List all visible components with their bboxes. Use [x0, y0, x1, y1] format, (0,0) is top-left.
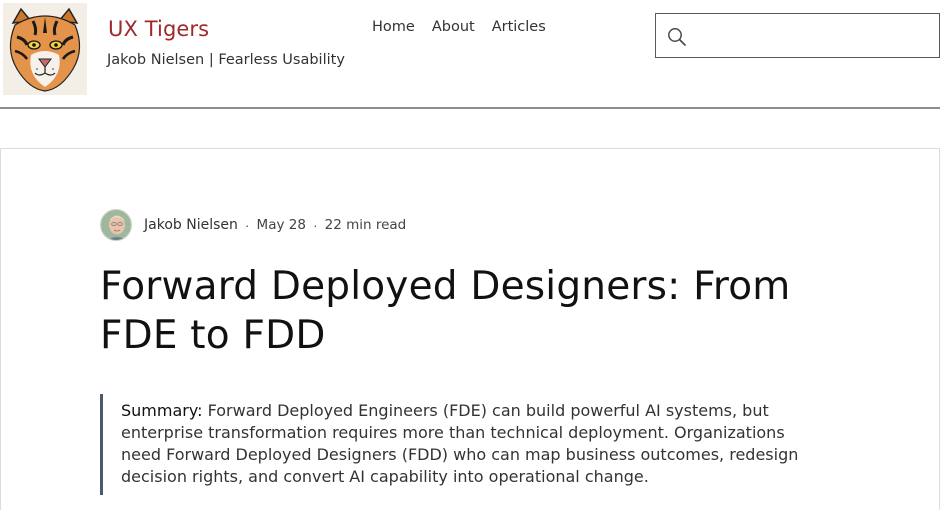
- summary-blockquote: Summary: Forward Deployed Engineers (FDE…: [100, 394, 820, 495]
- article-title: Forward Deployed Designers: From FDE to …: [100, 264, 791, 358]
- author-photo-icon: [101, 210, 131, 240]
- nav-item-about[interactable]: About: [432, 19, 475, 35]
- nav-item-home[interactable]: Home: [372, 19, 415, 35]
- nav-item-articles[interactable]: Articles: [492, 19, 546, 35]
- main-nav: Home About Articles: [372, 19, 546, 35]
- site-title[interactable]: UX Tigers: [108, 17, 209, 41]
- search-box[interactable]: [655, 13, 940, 58]
- read-time: 22 min read: [324, 217, 407, 233]
- post-date: May 28: [256, 217, 306, 233]
- summary-label: Summary:: [121, 401, 203, 420]
- tiger-logo-icon[interactable]: [3, 3, 87, 95]
- author-name[interactable]: Jakob Nielsen: [144, 217, 238, 233]
- summary-text: Forward Deployed Engineers (FDE) can bui…: [121, 401, 799, 486]
- meta-separator: ·: [312, 217, 318, 233]
- meta-separator: ·: [244, 217, 250, 233]
- site-header: UX Tigers Jakob Nielsen | Fearless Usabi…: [0, 0, 940, 109]
- post-meta: Jakob Nielsen · May 28 · 22 min read: [100, 209, 406, 241]
- header-divider: [0, 107, 940, 109]
- site-tagline: Jakob Nielsen | Fearless Usability: [107, 52, 345, 68]
- search-input[interactable]: [696, 20, 931, 52]
- summary-paragraph: Summary: Forward Deployed Engineers (FDE…: [121, 394, 820, 488]
- author-avatar[interactable]: [100, 209, 132, 241]
- search-icon[interactable]: [667, 27, 687, 47]
